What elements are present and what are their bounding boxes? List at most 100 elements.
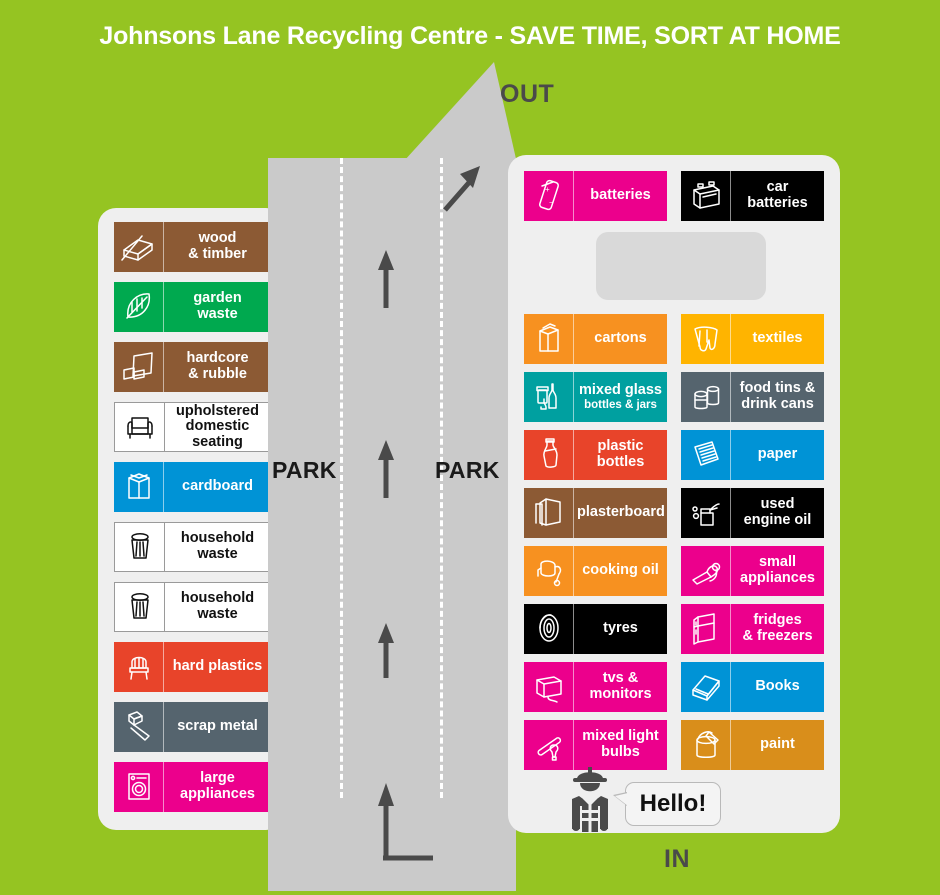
svg-text:−: − — [549, 198, 554, 207]
tile-label: garden waste — [164, 282, 271, 332]
tile-label-line2: batteries — [747, 195, 808, 211]
bin-tile-rightcolB-2[interactable]: paper — [681, 430, 824, 480]
tile-label: upholstered domestic seating — [165, 403, 270, 451]
bin-tile-left-1[interactable]: garden waste — [114, 282, 271, 332]
bin-tile-left-9[interactable]: large appliances — [114, 762, 271, 812]
books-icon — [681, 662, 731, 712]
wheelie-bin-icon — [115, 523, 165, 571]
tile-label-line1: tyres — [603, 620, 638, 637]
tile-label: batteries — [574, 171, 667, 221]
tile-label: mixed light bulbs — [574, 720, 667, 770]
tile-label-line1: plasterboard — [577, 504, 665, 521]
bin-tile-left-8[interactable]: scrap metal — [114, 702, 271, 752]
road-area — [268, 158, 516, 891]
tile-label-line1: small — [758, 554, 797, 571]
bin-tile-rightcolA-6[interactable]: tvs & monitors — [524, 662, 667, 712]
wheelie-bin-icon — [115, 583, 165, 631]
textiles-icon — [681, 314, 731, 364]
tile-label-line2: & freezers — [742, 628, 813, 644]
tile-label-line1: large — [200, 770, 235, 787]
washing-machine-icon — [114, 762, 164, 812]
tile-label: textiles — [731, 314, 824, 364]
bin-tile-top-0[interactable]: + − batteries — [524, 171, 667, 221]
tile-label-line2: waste — [197, 606, 238, 622]
tile-label: cardboard — [164, 462, 271, 512]
tile-label: paint — [731, 720, 824, 770]
bin-tile-left-2[interactable]: hardcore & rubble — [114, 342, 271, 392]
tile-sublabel: bottles & jars — [584, 398, 657, 411]
bolt-icon — [114, 702, 164, 752]
tile-label-line2: engine oil — [743, 512, 812, 528]
tile-label-line2: & rubble — [188, 366, 247, 382]
tile-label-line1: food tins & — [739, 380, 816, 397]
bin-tile-rightcolA-1[interactable]: mixed glass bottles & jars — [524, 372, 667, 422]
engine-oil-can-icon — [681, 488, 731, 538]
fridge-icon — [681, 604, 731, 654]
small-appliances-icon — [681, 546, 731, 596]
tile-label-line1: car — [766, 179, 789, 196]
bin-tile-rightcolA-7[interactable]: mixed light bulbs — [524, 720, 667, 770]
bin-tile-left-3[interactable]: upholstered domestic seating — [114, 402, 271, 452]
tile-label-line1: household — [180, 530, 255, 547]
tile-label-line1: wood — [198, 230, 237, 247]
bin-tile-rightcolB-1[interactable]: food tins & drink cans — [681, 372, 824, 422]
tile-label: hard plastics — [164, 642, 271, 692]
tile-label: food tins & drink cans — [731, 372, 824, 422]
cardboard-box-icon — [114, 462, 164, 512]
wood-timber-icon — [114, 222, 164, 272]
tile-label-line1: tvs & — [602, 670, 639, 687]
bin-tile-rightcolA-0[interactable]: cartons — [524, 314, 667, 364]
tile-label-line1: batteries — [590, 187, 651, 204]
carton-icon — [524, 314, 574, 364]
tyre-icon — [524, 604, 574, 654]
tile-label: plasterboard — [574, 488, 667, 538]
left-bin-list: wood & timber garden waste hardcore & rubble u… — [114, 222, 284, 812]
bin-tile-left-7[interactable]: hard plastics — [114, 642, 271, 692]
car-battery-icon — [681, 171, 731, 221]
blank-placeholder-box — [596, 232, 766, 300]
site-worker-icon — [572, 767, 608, 832]
park-label-left: PARK — [272, 457, 337, 483]
tile-label-line1: cardboard — [182, 478, 253, 495]
tile-label: household waste — [165, 523, 270, 571]
right-bin-grid: cartons mixed glass bottles & jars plastic … — [524, 314, 840, 778]
bin-tile-rightcolB-7[interactable]: paint — [681, 720, 824, 770]
bin-tile-top-1[interactable]: car batteries — [681, 171, 824, 221]
bin-tile-rightcolB-4[interactable]: small appliances — [681, 546, 824, 596]
tile-label: household waste — [165, 583, 270, 631]
left-recycling-bay-panel: wood & timber garden waste hardcore & rubble u… — [98, 208, 284, 830]
tile-label-line1: Books — [755, 678, 800, 695]
tile-label: cooking oil — [574, 546, 667, 596]
plastic-bottle-icon — [524, 430, 574, 480]
tile-label-line2: waste — [197, 546, 238, 562]
bin-tile-rightcolB-5[interactable]: fridges & freezers — [681, 604, 824, 654]
road-exit-wedge — [398, 62, 518, 168]
tile-label: cartons — [574, 314, 667, 364]
tile-label: small appliances — [731, 546, 824, 596]
bin-tile-rightcolA-2[interactable]: plastic bottles — [524, 430, 667, 480]
cooking-oil-icon — [524, 546, 574, 596]
tile-label-line2: domestic seating — [185, 418, 250, 450]
tile-label-line1: plastic bottles — [596, 438, 645, 470]
bin-tile-rightcolA-3[interactable]: plasterboard — [524, 488, 667, 538]
plastic-chair-icon — [114, 642, 164, 692]
bin-tile-rightcolA-4[interactable]: cooking oil — [524, 546, 667, 596]
tile-label: large appliances — [164, 762, 271, 812]
tile-label: hardcore & rubble — [164, 342, 271, 392]
armchair-icon — [115, 403, 165, 451]
tile-label: used engine oil — [731, 488, 824, 538]
bin-tile-rightcolB-6[interactable]: Books — [681, 662, 824, 712]
bin-tile-left-4[interactable]: cardboard — [114, 462, 271, 512]
tile-label: wood & timber — [164, 222, 271, 272]
bin-tile-rightcolB-0[interactable]: textiles — [681, 314, 824, 364]
tile-label-line2: drink cans — [741, 396, 814, 412]
bin-tile-left-0[interactable]: wood & timber — [114, 222, 271, 272]
tile-label-line1: upholstered — [176, 402, 259, 419]
tin-cans-icon — [681, 372, 731, 422]
tile-label-line1: textiles — [752, 330, 803, 347]
bin-tile-left-5[interactable]: household waste — [114, 522, 271, 572]
bin-tile-rightcolA-5[interactable]: tyres — [524, 604, 667, 654]
bin-tile-rightcolB-3[interactable]: used engine oil — [681, 488, 824, 538]
bin-tile-left-6[interactable]: household waste — [114, 582, 271, 632]
leaf-icon — [114, 282, 164, 332]
